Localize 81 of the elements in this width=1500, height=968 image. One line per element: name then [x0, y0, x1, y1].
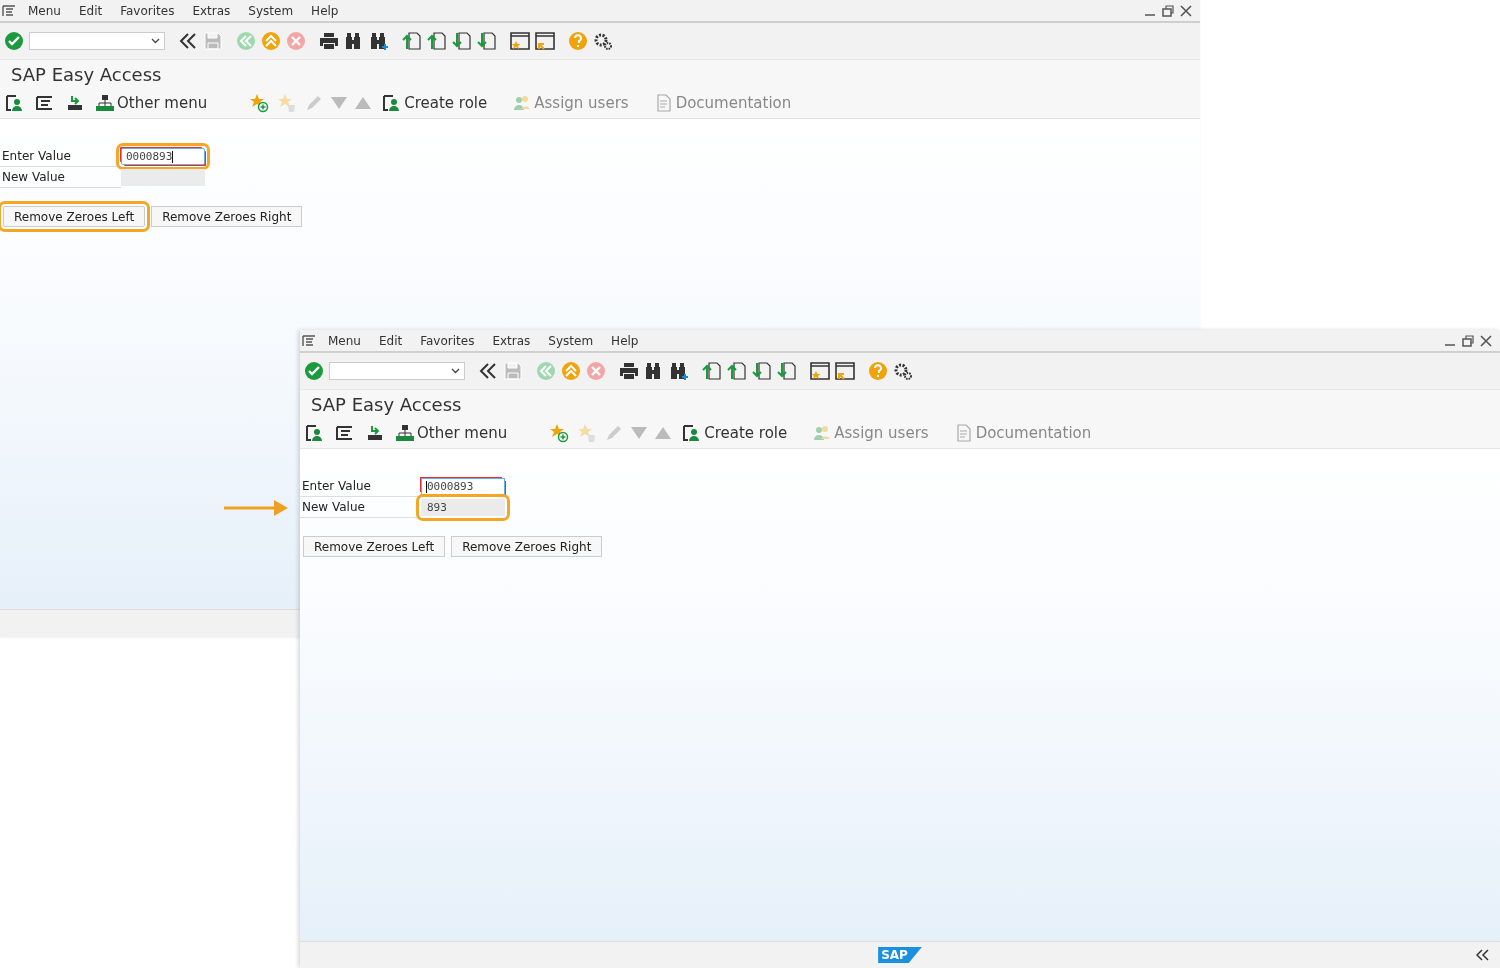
gear-icon[interactable]	[593, 31, 613, 51]
dropdown-caret-icon[interactable]	[151, 38, 160, 44]
toolbar-button[interactable]: Other menu	[96, 94, 208, 112]
restore-icon[interactable]	[1162, 4, 1174, 17]
window-arrow-icon[interactable]	[835, 361, 855, 381]
menu-item[interactable]: Help	[311, 3, 339, 18]
command-field[interactable]	[329, 362, 465, 380]
users-icon	[813, 424, 832, 442]
restore-icon[interactable]	[1462, 334, 1474, 347]
action-button[interactable]: Remove Zeroes Right	[151, 206, 303, 227]
up-icon[interactable]	[261, 31, 281, 51]
page-up-icon[interactable]	[727, 361, 747, 381]
cancel-icon[interactable]	[286, 31, 306, 51]
menu-item[interactable]: System	[548, 333, 594, 348]
page-down-icon[interactable]	[477, 31, 497, 51]
menu-item[interactable]: Edit	[78, 3, 103, 18]
menu-item[interactable]: Extras	[492, 333, 531, 348]
document-icon	[654, 94, 673, 112]
up-icon[interactable]	[561, 361, 581, 381]
action-button[interactable]: Remove Zeroes Left	[303, 536, 446, 557]
input-field[interactable]: 0000893	[421, 478, 505, 495]
sap-logo: SAP	[878, 947, 922, 963]
tray-download-icon[interactable]	[366, 424, 384, 442]
sap-menu-icon[interactable]	[36, 95, 54, 111]
user-menu-icon	[683, 424, 702, 442]
binoculars-plus-icon[interactable]	[369, 31, 389, 51]
action-button[interactable]: Remove Zeroes Right	[451, 536, 603, 557]
menu-item[interactable]: System	[248, 3, 294, 18]
gear-icon[interactable]	[893, 361, 913, 381]
page-down-icon[interactable]	[452, 31, 472, 51]
menu-item[interactable]: Menu	[28, 3, 61, 18]
double-chevron-left-icon[interactable]	[178, 31, 198, 51]
hierarchy-icon	[96, 94, 114, 112]
hierarchy-icon	[396, 424, 414, 442]
close-icon[interactable]	[1480, 334, 1492, 347]
help-icon[interactable]	[868, 361, 888, 381]
screen-title: SAP Easy Access	[311, 393, 462, 415]
toolbar-button[interactable]: Other menu	[396, 424, 508, 442]
ok-check-icon[interactable]	[4, 31, 24, 51]
double-chevron-left-icon[interactable]	[1476, 949, 1490, 961]
menu-item[interactable]: Extras	[192, 3, 231, 18]
sap-menu-icon[interactable]	[336, 425, 354, 441]
menu-icon[interactable]	[2, 4, 16, 17]
help-icon[interactable]	[568, 31, 588, 51]
pointer-arrow	[224, 498, 290, 518]
page-up-icon[interactable]	[402, 31, 422, 51]
star-delete-icon[interactable]	[577, 423, 598, 443]
star-add-icon[interactable]	[549, 423, 570, 443]
user-menu-icon	[383, 94, 402, 112]
tray-download-icon[interactable]	[66, 94, 84, 112]
toolbar-button[interactable]: Create role	[383, 94, 488, 112]
menu-item[interactable]: Edit	[378, 333, 403, 348]
close-icon[interactable]	[1180, 4, 1192, 17]
user-menu-icon[interactable]	[6, 94, 24, 112]
star-delete-icon[interactable]	[277, 93, 298, 113]
window-star-icon[interactable]	[510, 31, 530, 51]
menu-icon[interactable]	[302, 334, 316, 347]
dropdown-caret-icon[interactable]	[451, 368, 460, 374]
menu-item[interactable]: Help	[611, 333, 639, 348]
users-icon	[513, 94, 532, 112]
page-up-icon[interactable]	[427, 31, 447, 51]
cancel-icon[interactable]	[586, 361, 606, 381]
printer-icon[interactable]	[619, 361, 639, 381]
user-menu-icon[interactable]	[306, 424, 324, 442]
menu-item[interactable]: Favorites	[420, 333, 475, 348]
page-down-icon[interactable]	[752, 361, 772, 381]
window-star-icon[interactable]	[810, 361, 830, 381]
double-chevron-left-icon[interactable]	[478, 361, 498, 381]
window-arrow-icon[interactable]	[535, 31, 555, 51]
binoculars-plus-icon[interactable]	[669, 361, 689, 381]
command-field[interactable]	[29, 32, 165, 50]
toolbar-button[interactable]: Create role	[683, 424, 788, 442]
printer-icon[interactable]	[319, 31, 339, 51]
ok-check-icon[interactable]	[304, 361, 324, 381]
page-up-icon[interactable]	[702, 361, 722, 381]
menu-item[interactable]: Menu	[328, 333, 361, 348]
page-down-icon[interactable]	[777, 361, 797, 381]
document-icon	[954, 424, 973, 442]
screen-title: SAP Easy Access	[11, 63, 162, 85]
menu-item[interactable]: Favorites	[120, 3, 175, 18]
star-add-icon[interactable]	[249, 93, 270, 113]
